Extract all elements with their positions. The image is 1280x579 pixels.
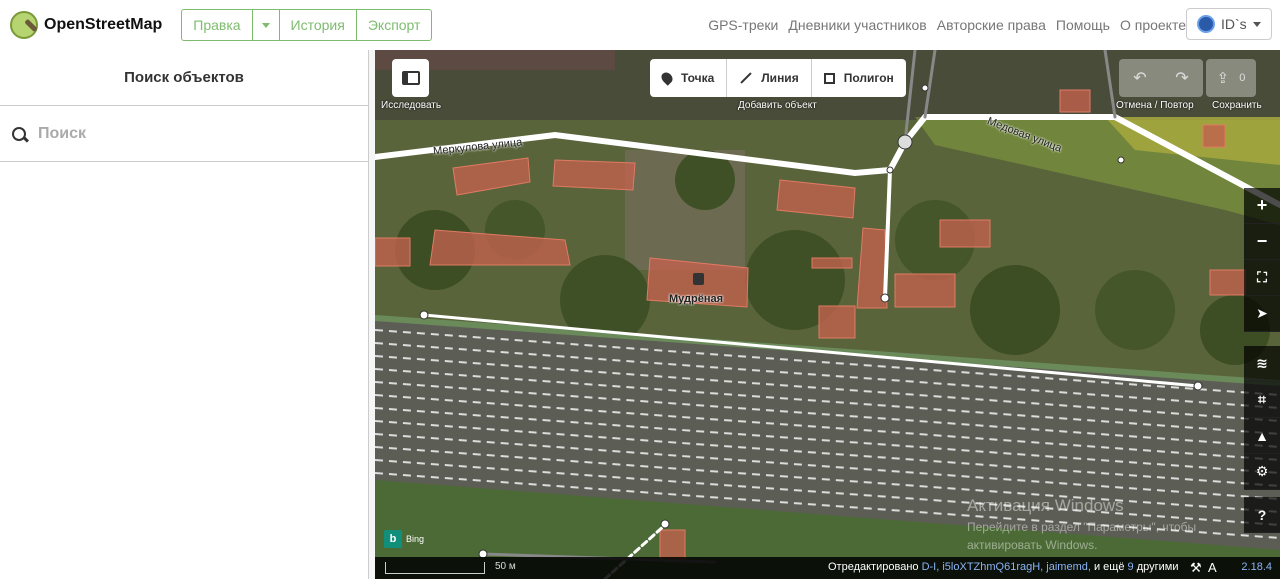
sidebar-title: Поиск объектов — [0, 50, 368, 106]
zoom-to-selection-button[interactable]: ⛶ — [1244, 260, 1280, 296]
imagery-attribution[interactable]: b Bing — [384, 530, 424, 548]
logo-text: OpenStreetMap — [44, 16, 163, 33]
panel-controls: ≋ ⌗ ▲ ⚙ — [1244, 346, 1280, 490]
export-button[interactable]: Экспорт — [357, 10, 432, 40]
help-icon: ? — [1257, 506, 1267, 523]
more-contributors-count[interactable]: 9 — [1128, 561, 1134, 573]
zoom-in-button[interactable]: + — [1244, 188, 1280, 224]
search-bar — [0, 106, 368, 162]
layers-icon: ≋ — [1256, 355, 1268, 371]
explore-label: Исследовать — [381, 100, 442, 111]
imagery-name: Bing — [406, 534, 425, 544]
link-help[interactable]: Помощь — [1056, 17, 1110, 33]
zoom-to-selection-icon: ⛶ — [1257, 269, 1267, 285]
windows-watermark-title: Активация Windows — [967, 496, 1124, 515]
user-settings-icon: ⚙ — [1255, 463, 1269, 479]
map-canvas[interactable]: Меркулова улица Медовая улица Мудрёная И… — [375, 50, 1280, 579]
link-user-diaries[interactable]: Дневники участников — [788, 17, 926, 33]
issues-panel-button[interactable]: ▲ — [1244, 418, 1280, 454]
chevron-down-icon — [1252, 21, 1261, 27]
redo-icon: ↷ — [1175, 70, 1189, 87]
add-point-label: Точка — [681, 71, 715, 85]
logo[interactable]: OpenStreetMap — [10, 11, 162, 39]
map-footer: 50 м Отредактировано D-I, i5loXTZhmQ61ra… — [375, 557, 1280, 579]
plus-icon: + — [1256, 195, 1268, 215]
osm-logo-icon — [10, 11, 38, 39]
top-navbar: OpenStreetMap Правка История Экспорт GPS… — [0, 0, 1280, 50]
background-panel-button[interactable]: ≋ — [1244, 346, 1280, 382]
avatar — [1197, 15, 1215, 33]
windows-watermark-text: Перейдите в раздел "Параметры", чтобы ак… — [967, 520, 1197, 552]
area-icon — [823, 72, 835, 84]
edit-button-group: Правка История Экспорт — [181, 9, 433, 41]
contributor-links[interactable]: D-I, i5loXTZhmQ61ragH, jaimemd, — [922, 561, 1091, 573]
save-count: 0 — [1239, 72, 1246, 84]
version-label[interactable]: 2.18.4 — [1241, 561, 1272, 573]
sidebar: Поиск объектов — [0, 50, 369, 579]
location-arrow-icon: ➤ — [1256, 305, 1268, 321]
add-feature-toolbar: Точка Линия Полигон — [650, 59, 906, 97]
search-icon — [12, 126, 26, 141]
link-copyright[interactable]: Авторские права — [937, 17, 1046, 33]
bug-icon[interactable]: ⚒ — [1190, 560, 1202, 576]
link-gps-traces[interactable]: GPS-треки — [708, 17, 778, 33]
geolocate-button[interactable]: ➤ — [1244, 296, 1280, 332]
satellite-imagery — [375, 50, 1280, 579]
zoom-out-button[interactable]: − — [1244, 224, 1280, 260]
zoom-controls: + − ⛶ ➤ — [1244, 188, 1280, 332]
bing-logo-icon: b — [384, 530, 402, 548]
save-label: Сохранить — [1212, 100, 1262, 111]
add-line-label: Линия — [761, 71, 799, 85]
link-about[interactable]: О проекте — [1120, 17, 1186, 33]
save-button[interactable]: ⇪ 0 — [1206, 59, 1256, 97]
add-point-button[interactable]: Точка — [650, 59, 728, 97]
map-data-icon: ⌗ — [1258, 391, 1266, 407]
scale-label: 50 м — [495, 561, 516, 572]
chevron-down-icon — [261, 22, 270, 28]
others-label: другими — [1136, 561, 1179, 573]
help-button[interactable]: ? — [1244, 497, 1280, 533]
add-area-label: Полигон — [843, 71, 894, 85]
add-feature-label: Добавить объект — [738, 100, 817, 111]
undo-redo-group: ↶ ↷ — [1119, 59, 1203, 97]
search-input[interactable] — [38, 124, 338, 143]
help-controls: ? — [1244, 497, 1280, 533]
edit-dropdown-button[interactable] — [253, 10, 280, 40]
add-line-button[interactable]: Линия — [727, 59, 812, 97]
sidebar-toggle-icon — [401, 71, 420, 85]
and-more-label: и ещё — [1093, 561, 1125, 573]
translate-icon[interactable]: A — [1208, 560, 1217, 575]
header-links: GPS-треки Дневники участников Авторские … — [698, 0, 1186, 50]
add-area-button[interactable]: Полигон — [812, 59, 906, 97]
sidebar-toggle-button[interactable] — [392, 59, 429, 97]
scale-bar[interactable] — [385, 562, 485, 574]
edited-by-label: Отредактировано — [828, 561, 919, 573]
poi-label: Мудрёная — [669, 293, 724, 305]
user-name: ID`s — [1221, 16, 1247, 32]
contributors-text: Отредактировано D-I, i5loXTZhmQ61ragH, j… — [828, 561, 1179, 573]
history-button[interactable]: История — [280, 10, 357, 40]
line-icon — [740, 72, 752, 84]
user-menu-button[interactable]: ID`s — [1186, 8, 1272, 40]
undo-button[interactable]: ↶ — [1119, 59, 1161, 97]
edit-button[interactable]: Правка — [182, 10, 253, 40]
upload-icon: ⇪ — [1216, 70, 1230, 87]
undo-redo-label: Отмена / Повтор — [1116, 100, 1194, 111]
point-icon — [659, 70, 675, 86]
preferences-panel-button[interactable]: ⚙ — [1244, 454, 1280, 490]
map-data-panel-button[interactable]: ⌗ — [1244, 382, 1280, 418]
undo-icon: ↶ — [1133, 70, 1147, 87]
warning-icon: ▲ — [1255, 427, 1269, 444]
redo-button[interactable]: ↷ — [1161, 59, 1203, 97]
minus-icon: − — [1256, 231, 1268, 251]
